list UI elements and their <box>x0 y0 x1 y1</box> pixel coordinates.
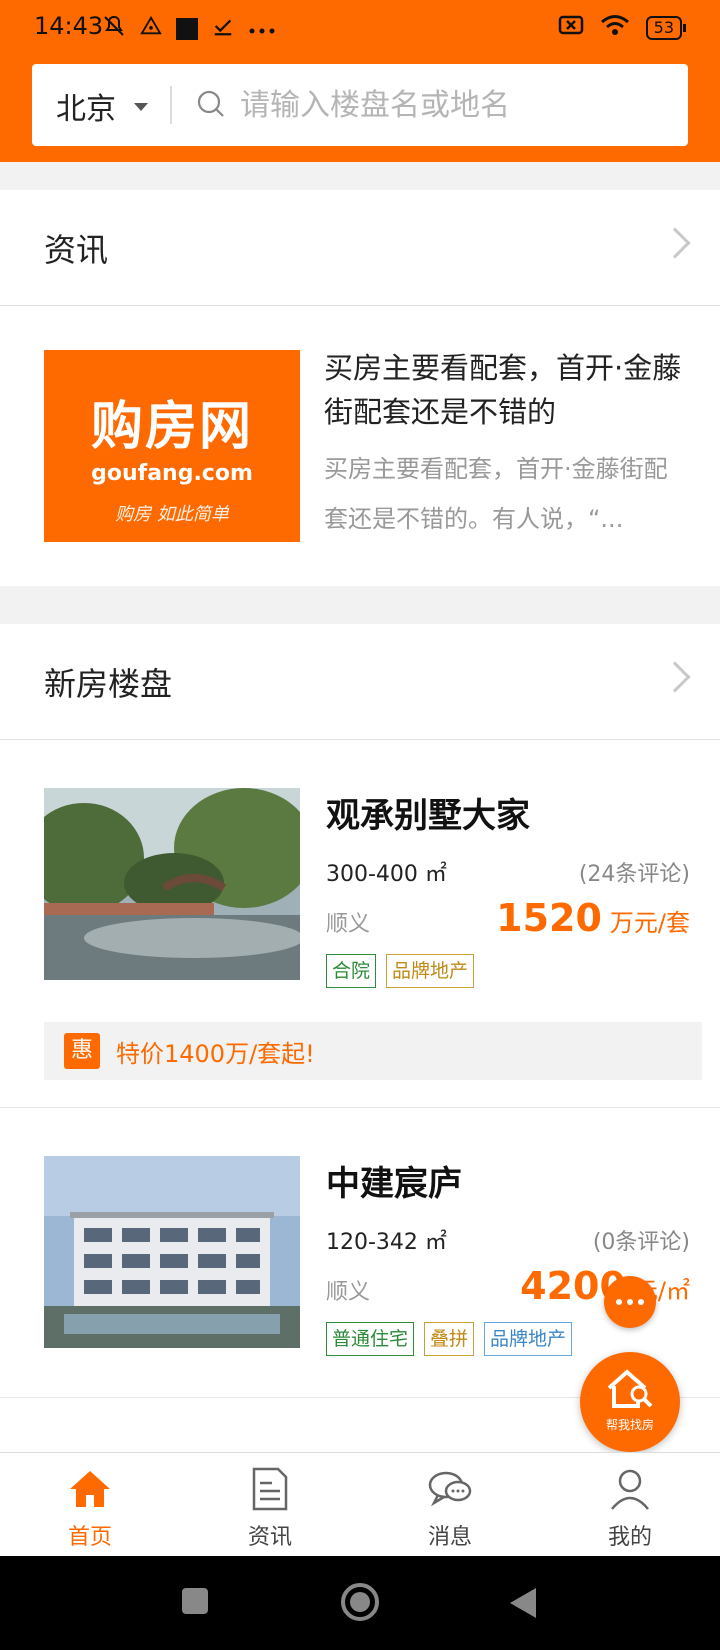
city-label: 北京 <box>56 92 116 127</box>
tab-news[interactable]: 资讯 <box>180 1453 360 1556</box>
section-title: 新房楼盘 <box>44 664 173 703</box>
property-name: 中建宸庐 <box>326 1164 462 1204</box>
document-icon <box>252 1467 288 1511</box>
property-image <box>44 788 300 980</box>
dot <box>638 1299 644 1305</box>
check-icon <box>212 15 234 42</box>
battery-icon: 53 <box>645 15 687 40</box>
price-value: 1520 <box>496 896 602 940</box>
tag: 合院 <box>326 954 377 988</box>
square-icon <box>176 17 198 40</box>
dot <box>616 1299 622 1305</box>
caret-down-icon <box>134 103 148 111</box>
chevron-right-icon <box>659 661 691 693</box>
logo-slogan: 购房 如此简单 <box>115 504 229 525</box>
tag: 品牌地产 <box>386 954 475 988</box>
news-section: 资讯 购房网 goufang.com 购房 如此简单 买房主要看配套，首开·金藤… <box>0 190 720 586</box>
house-search-icon <box>607 1369 653 1408</box>
tag: 叠拼 <box>424 1322 475 1356</box>
price-unit: 万元/套 <box>609 909 690 937</box>
search-icon <box>197 90 224 117</box>
search-bar: 北京 <box>32 64 688 146</box>
bottom-tab-bar: 首页 资讯 消息 我的 <box>0 1452 720 1556</box>
property-reviews: (24条评论) <box>578 862 690 887</box>
find-house-label: 帮我找房 <box>605 1418 654 1432</box>
more-icon <box>248 17 276 41</box>
property-reviews: (0条评论) <box>592 1230 690 1255</box>
new-homes-section-header[interactable]: 新房楼盘 <box>0 624 720 740</box>
app-header: 14:43 53 北京 请输入楼盘名或地名 <box>0 0 720 162</box>
sim-icon <box>558 14 584 41</box>
tab-label: 消息 <box>427 1525 472 1550</box>
status-time: 14:43 <box>34 12 104 40</box>
tab-home[interactable]: 首页 <box>0 1453 180 1556</box>
tab-me[interactable]: 我的 <box>540 1453 720 1556</box>
mute-icon <box>102 14 126 43</box>
alert-icon <box>140 15 162 42</box>
user-icon <box>611 1469 649 1510</box>
tab-label: 我的 <box>607 1525 652 1550</box>
search-input[interactable] <box>240 82 660 128</box>
chevron-right-icon <box>659 227 691 259</box>
news-section-header[interactable]: 资讯 <box>0 190 720 306</box>
tab-label: 资讯 <box>247 1525 292 1550</box>
find-house-button[interactable]: 帮我找房 <box>580 1352 680 1452</box>
property-price: 1520 万元/套 <box>496 896 690 940</box>
promo-text: 特价1400万/套起! <box>116 1039 315 1068</box>
chat-float-button[interactable] <box>604 1276 656 1328</box>
tab-messages[interactable]: 消息 <box>360 1453 540 1556</box>
city-selector[interactable]: 北京 <box>56 84 148 128</box>
home-icon <box>70 1471 110 1507</box>
tag: 普通住宅 <box>326 1322 415 1356</box>
status-bar: 14:43 53 <box>0 0 720 56</box>
property-image <box>44 1156 300 1348</box>
section-title: 资讯 <box>44 230 109 269</box>
news-title: 买房主要看配套，首开·金藤街配套还是不错的 <box>324 351 682 429</box>
logo-text: 购房网 <box>90 397 253 457</box>
property-card[interactable]: 观承别墅大家 300-400 ㎡ (24条评论) 顺义 1520 万元/套 合院… <box>0 740 720 1108</box>
news-description: 买房主要看配套，首开·金藤街配套还是不错的。有人说，“... <box>324 455 668 533</box>
wifi-icon <box>600 14 630 41</box>
news-thumbnail: 购房网 goufang.com 购房 如此简单 <box>44 350 300 542</box>
back-button[interactable] <box>508 1586 538 1620</box>
logo-domain: goufang.com <box>91 461 253 486</box>
chat-bubbles-icon <box>428 1471 472 1507</box>
property-tags: 合院 品牌地产 <box>326 954 475 988</box>
property-name: 观承别墅大家 <box>326 796 530 836</box>
news-item[interactable]: 购房网 goufang.com 购房 如此简单 买房主要看配套，首开·金藤街配套… <box>0 306 720 586</box>
recents-button[interactable] <box>180 1586 210 1616</box>
discount-badge: 惠 <box>64 1033 100 1069</box>
tab-label: 首页 <box>67 1525 112 1550</box>
property-district: 顺义 <box>326 912 371 937</box>
divider <box>170 86 172 124</box>
home-button[interactable] <box>340 1582 380 1622</box>
new-homes-section: 新房楼盘 观承别墅大家 300-400 ㎡ (24条评论) 顺义 1520 万元… <box>0 624 720 1452</box>
property-area: 300-400 ㎡ <box>326 862 447 887</box>
property-area: 120-342 ㎡ <box>326 1230 447 1255</box>
system-nav-bar <box>0 1556 720 1650</box>
dot <box>627 1299 633 1305</box>
property-tags: 普通住宅 叠拼 品牌地产 <box>326 1322 573 1356</box>
tag: 品牌地产 <box>484 1322 573 1356</box>
property-district: 顺义 <box>326 1280 371 1305</box>
promo-banner[interactable]: 惠 特价1400万/套起! <box>44 1022 702 1080</box>
